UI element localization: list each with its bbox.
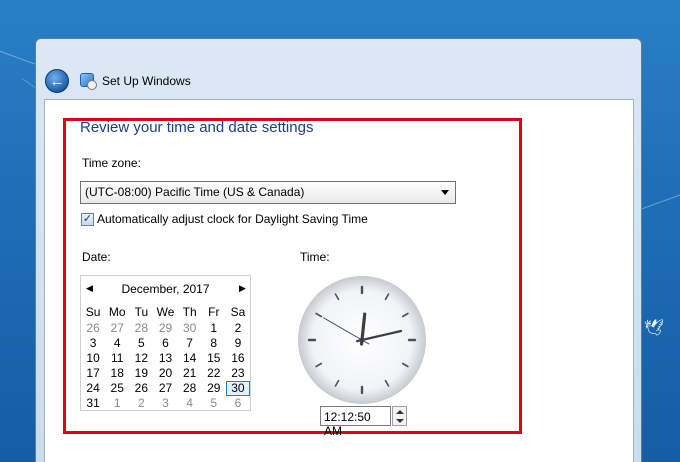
calendar-day[interactable]: 15: [202, 351, 226, 366]
calendar-day[interactable]: 10: [81, 351, 105, 366]
chevron-left-icon[interactable]: ◀: [86, 283, 93, 294]
clock-tick: [401, 312, 409, 318]
dst-label[interactable]: Automatically adjust clock for Daylight …: [97, 212, 368, 226]
calendar-day[interactable]: 8: [202, 336, 226, 351]
calendar-day[interactable]: 27: [105, 321, 129, 336]
title-bar: ← Set Up Windows: [36, 39, 641, 99]
bird-icon: 🕊: [644, 320, 665, 337]
calendar-day[interactable]: 5: [129, 336, 153, 351]
weekday-header: Fr: [208, 305, 220, 319]
date-label: Date:: [82, 250, 111, 264]
clock-tick: [315, 362, 323, 368]
page-heading: Review your time and date settings: [80, 119, 314, 136]
calendar-day[interactable]: 11: [105, 351, 129, 366]
calendar-day[interactable]: 24: [81, 381, 105, 396]
time-zone-value: (UTC-08:00) Pacific Time (US & Canada): [85, 185, 305, 199]
setup-windows-icon: [80, 73, 97, 90]
calendar-day[interactable]: 1: [202, 321, 226, 336]
calendar-week: 24 25 26 27 28 29 30: [81, 381, 250, 396]
calendar-day[interactable]: 23: [226, 366, 250, 381]
calendar-day[interactable]: 28: [178, 381, 202, 396]
clock-pivot: [359, 337, 365, 343]
analog-clock: [298, 276, 426, 404]
calendar-day[interactable]: 28: [129, 321, 153, 336]
back-arrow-icon[interactable]: ←: [45, 69, 69, 93]
calendar-day[interactable]: 18: [105, 366, 129, 381]
spin-up-icon[interactable]: [396, 410, 404, 414]
calendar-day[interactable]: 22: [202, 366, 226, 381]
calendar-day[interactable]: 30: [178, 321, 202, 336]
calendar-day[interactable]: 27: [153, 381, 177, 396]
calendar-day[interactable]: 19: [129, 366, 153, 381]
time-label: Time:: [300, 250, 330, 264]
spin-down-icon[interactable]: [396, 419, 404, 423]
calendar-week: 10 11 12 13 14 15 16: [81, 351, 250, 366]
calendar-day[interactable]: 2: [226, 321, 250, 336]
calendar-day[interactable]: 31: [81, 396, 105, 411]
time-input[interactable]: 12:12:50 AM: [320, 406, 391, 438]
dst-checkbox[interactable]: ✓: [81, 213, 94, 226]
calendar-weekdays: Su Mo Tu We Th Fr Sa: [81, 305, 250, 320]
calendar-header: December, 2017 ◀ ▶: [81, 282, 250, 298]
calendar-day[interactable]: 5: [202, 396, 226, 411]
clock-tick: [384, 293, 390, 301]
selected-day[interactable]: 30: [225, 381, 250, 396]
weekday-header: Mo: [108, 305, 126, 319]
calendar-day[interactable]: 3: [153, 396, 177, 411]
calendar-day[interactable]: 13: [153, 351, 177, 366]
clock-tick: [315, 312, 323, 318]
calendar-day[interactable]: 12: [129, 351, 153, 366]
calendar-day[interactable]: 29: [202, 381, 226, 396]
calendar-month[interactable]: December, 2017: [81, 282, 250, 296]
calendar-day[interactable]: 21: [178, 366, 202, 381]
calendar-day[interactable]: 16: [226, 351, 250, 366]
calendar-day[interactable]: 1: [105, 396, 129, 411]
time-zone-label: Time zone:: [82, 156, 141, 170]
weekday-header: Tu: [134, 305, 149, 319]
calendar-day[interactable]: 2: [129, 396, 153, 411]
calendar: December, 2017 ◀ ▶ Su Mo Tu We Th Fr Sa 26 27 28…: [80, 275, 251, 411]
calendar-day[interactable]: 25: [105, 381, 129, 396]
weekday-header: Sa: [230, 305, 246, 319]
calendar-day[interactable]: 20: [153, 366, 177, 381]
weekday-header: Su: [85, 305, 101, 319]
clock-tick: [334, 379, 340, 387]
time-zone-select[interactable]: (UTC-08:00) Pacific Time (US & Canada): [80, 181, 456, 204]
calendar-day[interactable]: 6: [226, 396, 250, 411]
weekday-header: We: [156, 305, 175, 319]
calendar-day[interactable]: 17: [81, 366, 105, 381]
clock-face: [307, 285, 417, 395]
calendar-week: 26 27 28 29 30 1 2: [81, 321, 250, 336]
calendar-week: 3456789: [81, 336, 250, 351]
calendar-week: 31 1 2 3 4 5 6: [81, 396, 250, 411]
time-spinner[interactable]: [392, 406, 407, 426]
calendar-day[interactable]: 4: [105, 336, 129, 351]
clock-tick: [334, 293, 340, 301]
calendar-day[interactable]: 9: [226, 336, 250, 351]
calendar-day[interactable]: 4: [178, 396, 202, 411]
weekday-header: Th: [182, 305, 197, 319]
dropdown-arrow-icon: [441, 190, 449, 195]
window-title: Set Up Windows: [102, 74, 191, 88]
clock-tick: [384, 379, 390, 387]
calendar-day[interactable]: 3: [81, 336, 105, 351]
clock-tick: [401, 362, 409, 368]
calendar-week: 17 18 19 20 21 22 23: [81, 366, 250, 381]
calendar-days: 26 27 28 29 30 1 2 3 4 5 6 7 8 9 10 11 12 13 14 15 16 17 18 19 2…: [81, 321, 250, 411]
chevron-right-icon[interactable]: ▶: [239, 283, 246, 294]
calendar-day[interactable]: 29: [153, 321, 177, 336]
calendar-day[interactable]: 7: [178, 336, 202, 351]
calendar-day[interactable]: 26: [81, 321, 105, 336]
calendar-day[interactable]: 14: [178, 351, 202, 366]
calendar-day[interactable]: 26: [129, 381, 153, 396]
calendar-day[interactable]: 6: [153, 336, 177, 351]
